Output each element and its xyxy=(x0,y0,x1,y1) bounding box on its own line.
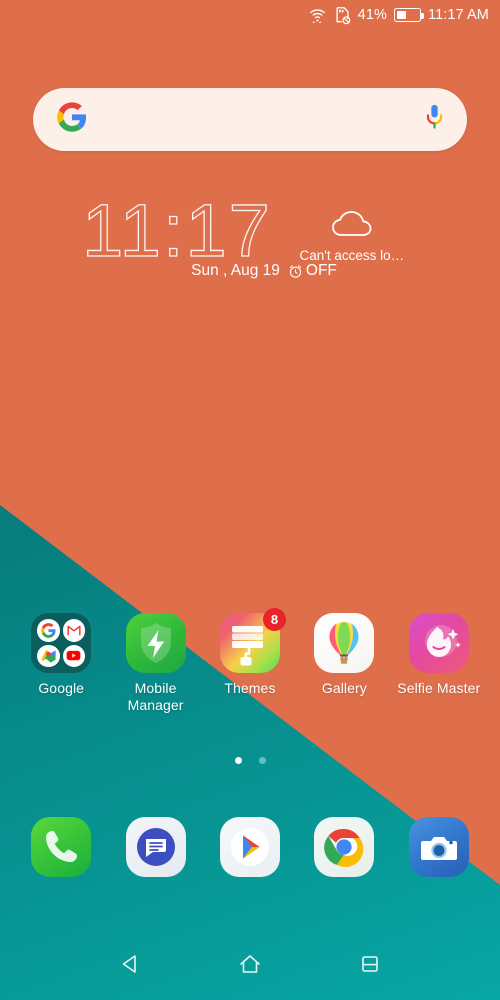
camera-icon[interactable] xyxy=(408,817,469,877)
phone-icon[interactable] xyxy=(31,817,92,877)
weather-widget[interactable]: Can't access lo… xyxy=(286,196,418,263)
maps-icon xyxy=(37,644,60,667)
google-g-icon xyxy=(37,619,60,642)
app-item-themes[interactable]: 8 Themes xyxy=(208,608,292,713)
clock-time[interactable]: 11:17 xyxy=(81,193,272,269)
page-dot-1[interactable] xyxy=(234,757,242,764)
alarm-state-label: OFF xyxy=(305,262,337,280)
clock-time-row: 11:17 Can't access lo… xyxy=(81,193,418,269)
app-item-gallery[interactable]: Gallery xyxy=(302,613,386,713)
paint-roller-icon[interactable]: 8 xyxy=(219,608,286,673)
dock xyxy=(0,817,500,877)
status-bar-clock: 11:17 AM xyxy=(428,6,489,23)
shield-bolt-icon[interactable] xyxy=(125,613,186,673)
selfie-face-icon[interactable] xyxy=(408,613,469,673)
alarm-status[interactable]: OFF xyxy=(288,262,337,280)
cloud-icon xyxy=(329,208,375,245)
clock-widget[interactable]: 11:17 Can't access lo… Sun , Aug 19 OFF xyxy=(0,193,500,280)
sim-card-no-service-icon xyxy=(334,6,351,25)
app-label-themes: Themes xyxy=(224,680,276,696)
themes-badge: 8 xyxy=(262,608,286,631)
youtube-icon xyxy=(62,644,86,667)
chrome-icon[interactable] xyxy=(314,817,375,877)
back-triangle-icon[interactable] xyxy=(107,941,153,987)
navigation-bar xyxy=(0,928,500,1000)
play-store-icon[interactable] xyxy=(219,817,280,877)
dock-item-phone[interactable] xyxy=(19,817,103,877)
app-item-google[interactable]: Google xyxy=(19,613,103,713)
app-item-mobile-manager[interactable]: Mobile Manager xyxy=(114,613,198,713)
dock-item-messages[interactable] xyxy=(114,817,198,877)
clock-date-row: Sun , Aug 19 OFF xyxy=(163,262,337,280)
hot-air-balloon-icon[interactable] xyxy=(314,613,375,673)
gmail-icon xyxy=(62,619,86,642)
app-label-mobile-manager: Mobile Manager xyxy=(127,680,184,713)
clock-date[interactable]: Sun , Aug 19 xyxy=(191,262,280,280)
google-folder-icon[interactable] xyxy=(31,613,92,673)
app-label-selfie-master: Selfie Master xyxy=(397,680,481,696)
messages-icon[interactable] xyxy=(125,817,186,877)
microphone-icon[interactable] xyxy=(423,103,446,136)
dock-item-camera[interactable] xyxy=(397,817,481,877)
app-item-selfie-master[interactable]: Selfie Master xyxy=(397,613,481,713)
wifi-icon xyxy=(308,6,327,25)
app-label-google: Google xyxy=(38,680,85,696)
alarm-clock-icon xyxy=(288,264,303,279)
battery-icon xyxy=(394,8,424,22)
app-label-gallery: Gallery xyxy=(321,680,367,696)
google-search-bar[interactable] xyxy=(33,88,467,151)
status-bar[interactable]: 41% 11:17 AM xyxy=(0,0,500,30)
app-grid: Google Mobile Manager 8 Themes Gallery S… xyxy=(0,608,500,713)
google-logo-icon[interactable] xyxy=(57,102,87,137)
battery-percent-label: 41% xyxy=(357,6,387,23)
dock-item-chrome[interactable] xyxy=(302,817,386,877)
home-icon[interactable] xyxy=(227,941,273,987)
page-dot-2[interactable] xyxy=(258,757,266,764)
dock-item-play-store[interactable] xyxy=(208,817,292,877)
weather-condition-text: Can't access lo… xyxy=(299,248,405,263)
page-indicator xyxy=(0,757,500,764)
recents-icon[interactable] xyxy=(347,941,393,987)
